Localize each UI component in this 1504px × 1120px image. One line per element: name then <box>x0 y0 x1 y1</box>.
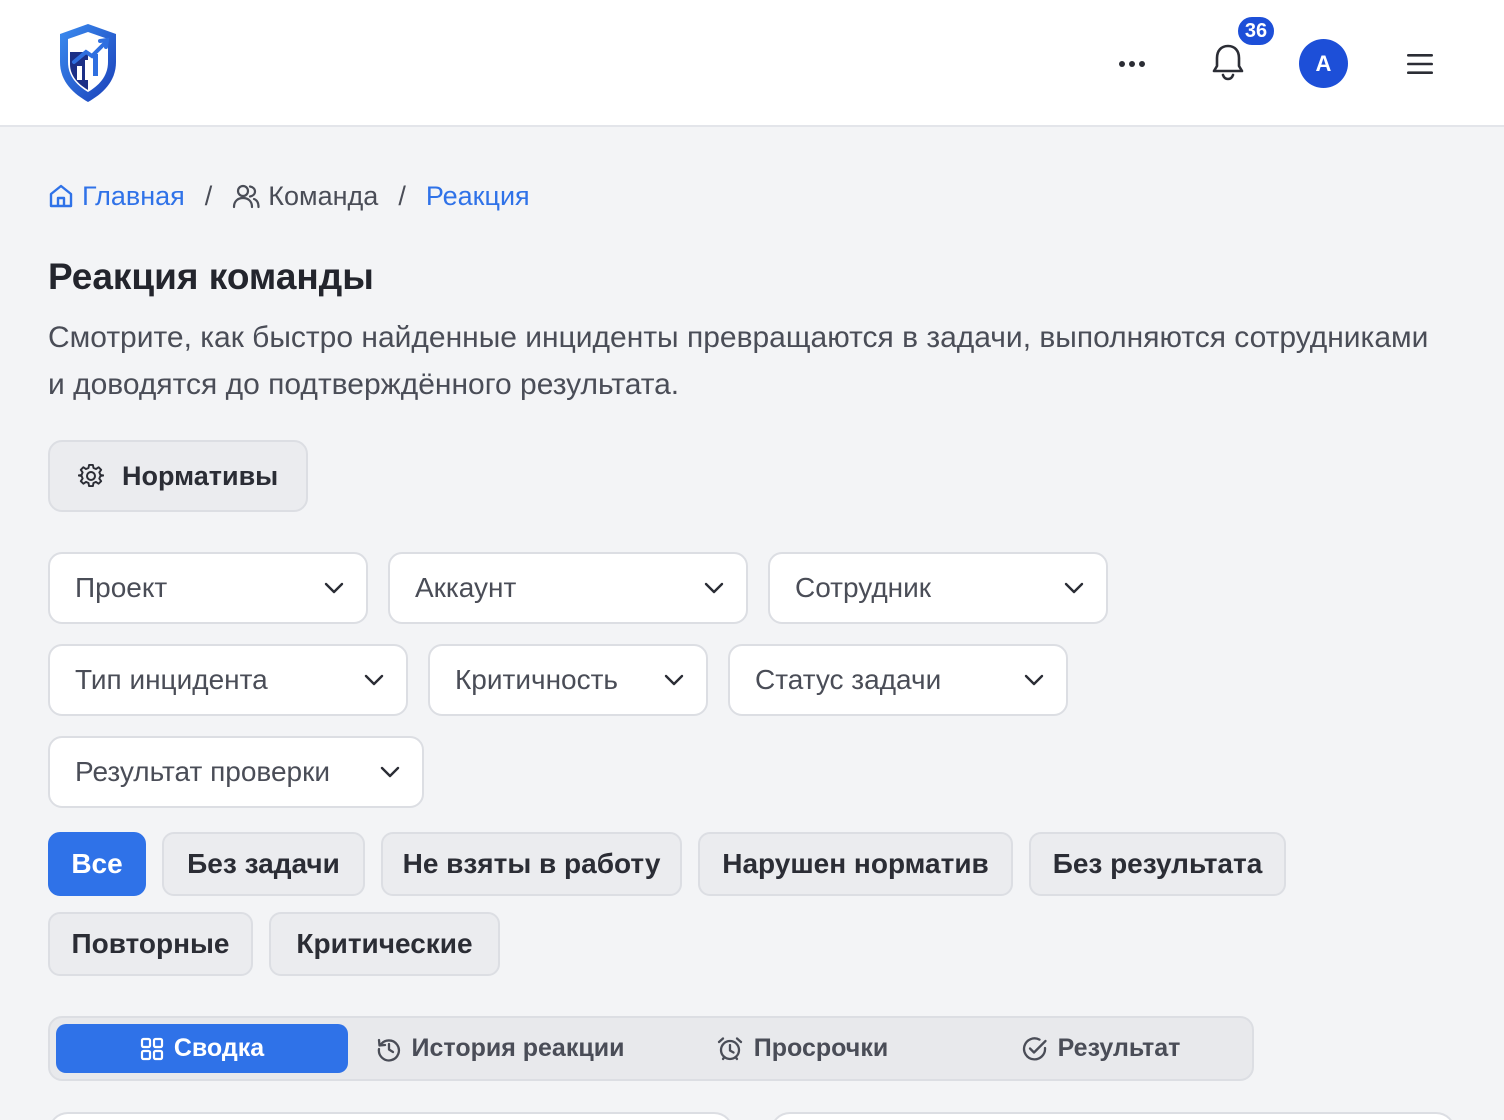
breadcrumb-current[interactable]: Реакция <box>426 181 530 212</box>
tab-summary-label: Сводка <box>173 1034 265 1062</box>
breadcrumb-home-label: Главная <box>82 180 185 211</box>
incident-type-select[interactable]: Тип инцидента <box>48 644 408 716</box>
chip-no-result[interactable]: Без результата <box>1029 832 1286 896</box>
employee-select-label: Сотрудник <box>795 572 932 603</box>
tab-result[interactable]: Результат <box>954 1024 1248 1073</box>
chevron-down-icon <box>380 766 400 778</box>
user-avatar[interactable]: A <box>1299 39 1348 88</box>
chevron-down-icon <box>364 674 384 686</box>
tab-history-label: История реакции <box>411 1034 625 1062</box>
bell-icon <box>1212 44 1244 81</box>
task-status-select[interactable]: Статус задачи <box>728 644 1068 716</box>
account-select-label: Аккаунт <box>415 572 517 603</box>
chip-all[interactable]: Все <box>48 832 146 896</box>
notifications-button[interactable] <box>1206 40 1250 84</box>
gear-icon <box>78 463 104 488</box>
breadcrumb-home[interactable]: Главная <box>48 181 185 212</box>
check-result-select[interactable]: Результат проверки <box>48 736 424 808</box>
view-tabs: Сводка История реакции Просрочки Результ… <box>48 1016 1254 1081</box>
breadcrumb-separator: / <box>204 180 213 211</box>
chip-repeated[interactable]: Повторные <box>48 912 253 976</box>
breadcrumb-current-label: Реакция <box>425 180 530 211</box>
summary-card <box>48 1112 734 1120</box>
breadcrumb-team-label: Команда <box>268 180 379 211</box>
users-icon <box>233 184 260 209</box>
breadcrumb-team[interactable]: Команда <box>232 181 378 212</box>
hamburger-menu-button[interactable] <box>1402 46 1438 82</box>
tab-history[interactable]: История реакции <box>350 1024 650 1073</box>
summary-card <box>770 1112 1456 1120</box>
top-bar: 36 A <box>0 0 1504 127</box>
check-result-select-label: Результат проверки <box>75 756 331 787</box>
notification-count-badge: 36 <box>1236 15 1276 47</box>
chevron-down-icon <box>704 582 724 594</box>
tab-overdue[interactable]: Просрочки <box>652 1024 952 1073</box>
more-options-button[interactable] <box>1112 44 1152 84</box>
project-select-label: Проект <box>75 572 168 603</box>
chevron-down-icon <box>1024 674 1044 686</box>
history-icon <box>377 1038 400 1062</box>
chevron-down-icon <box>1064 582 1084 594</box>
grid-icon <box>140 1037 163 1060</box>
alarm-clock-icon <box>717 1036 742 1060</box>
chip-not-taken[interactable]: Не взяты в работу <box>381 832 682 896</box>
chip-no-task[interactable]: Без задачи <box>162 832 365 896</box>
chip-critical[interactable]: Критические <box>269 912 500 976</box>
account-select[interactable]: Аккаунт <box>388 552 748 624</box>
incident-type-select-label: Тип инцидента <box>75 664 268 695</box>
criticality-select[interactable]: Критичность <box>428 644 708 716</box>
page-description: Смотрите, как быстро найденные инциденты… <box>48 321 1429 401</box>
project-select[interactable]: Проект <box>48 552 368 624</box>
page-title: Реакция команды <box>48 256 374 297</box>
norms-button-label: Нормативы <box>122 460 279 491</box>
chevron-down-icon <box>664 674 684 686</box>
more-dots-icon <box>1119 61 1145 67</box>
chevron-down-icon <box>324 582 344 594</box>
home-icon <box>49 184 73 208</box>
task-status-select-label: Статус задачи <box>755 664 942 695</box>
tab-summary[interactable]: Сводка <box>56 1024 348 1073</box>
check-circle-icon <box>1022 1036 1047 1060</box>
chip-norm-violated[interactable]: Нарушен норматив <box>698 832 1013 896</box>
breadcrumb: Главная / Команда / Реакция <box>48 178 530 214</box>
breadcrumb-separator: / <box>398 180 406 211</box>
criticality-select-label: Критичность <box>455 664 619 695</box>
employee-select[interactable]: Сотрудник <box>768 552 1108 624</box>
tab-result-label: Результат <box>1057 1034 1181 1062</box>
norms-button[interactable]: Нормативы <box>48 440 308 512</box>
app-logo[interactable] <box>56 22 120 104</box>
hamburger-icon <box>1407 54 1433 74</box>
tab-overdue-label: Просрочки <box>753 1034 889 1062</box>
